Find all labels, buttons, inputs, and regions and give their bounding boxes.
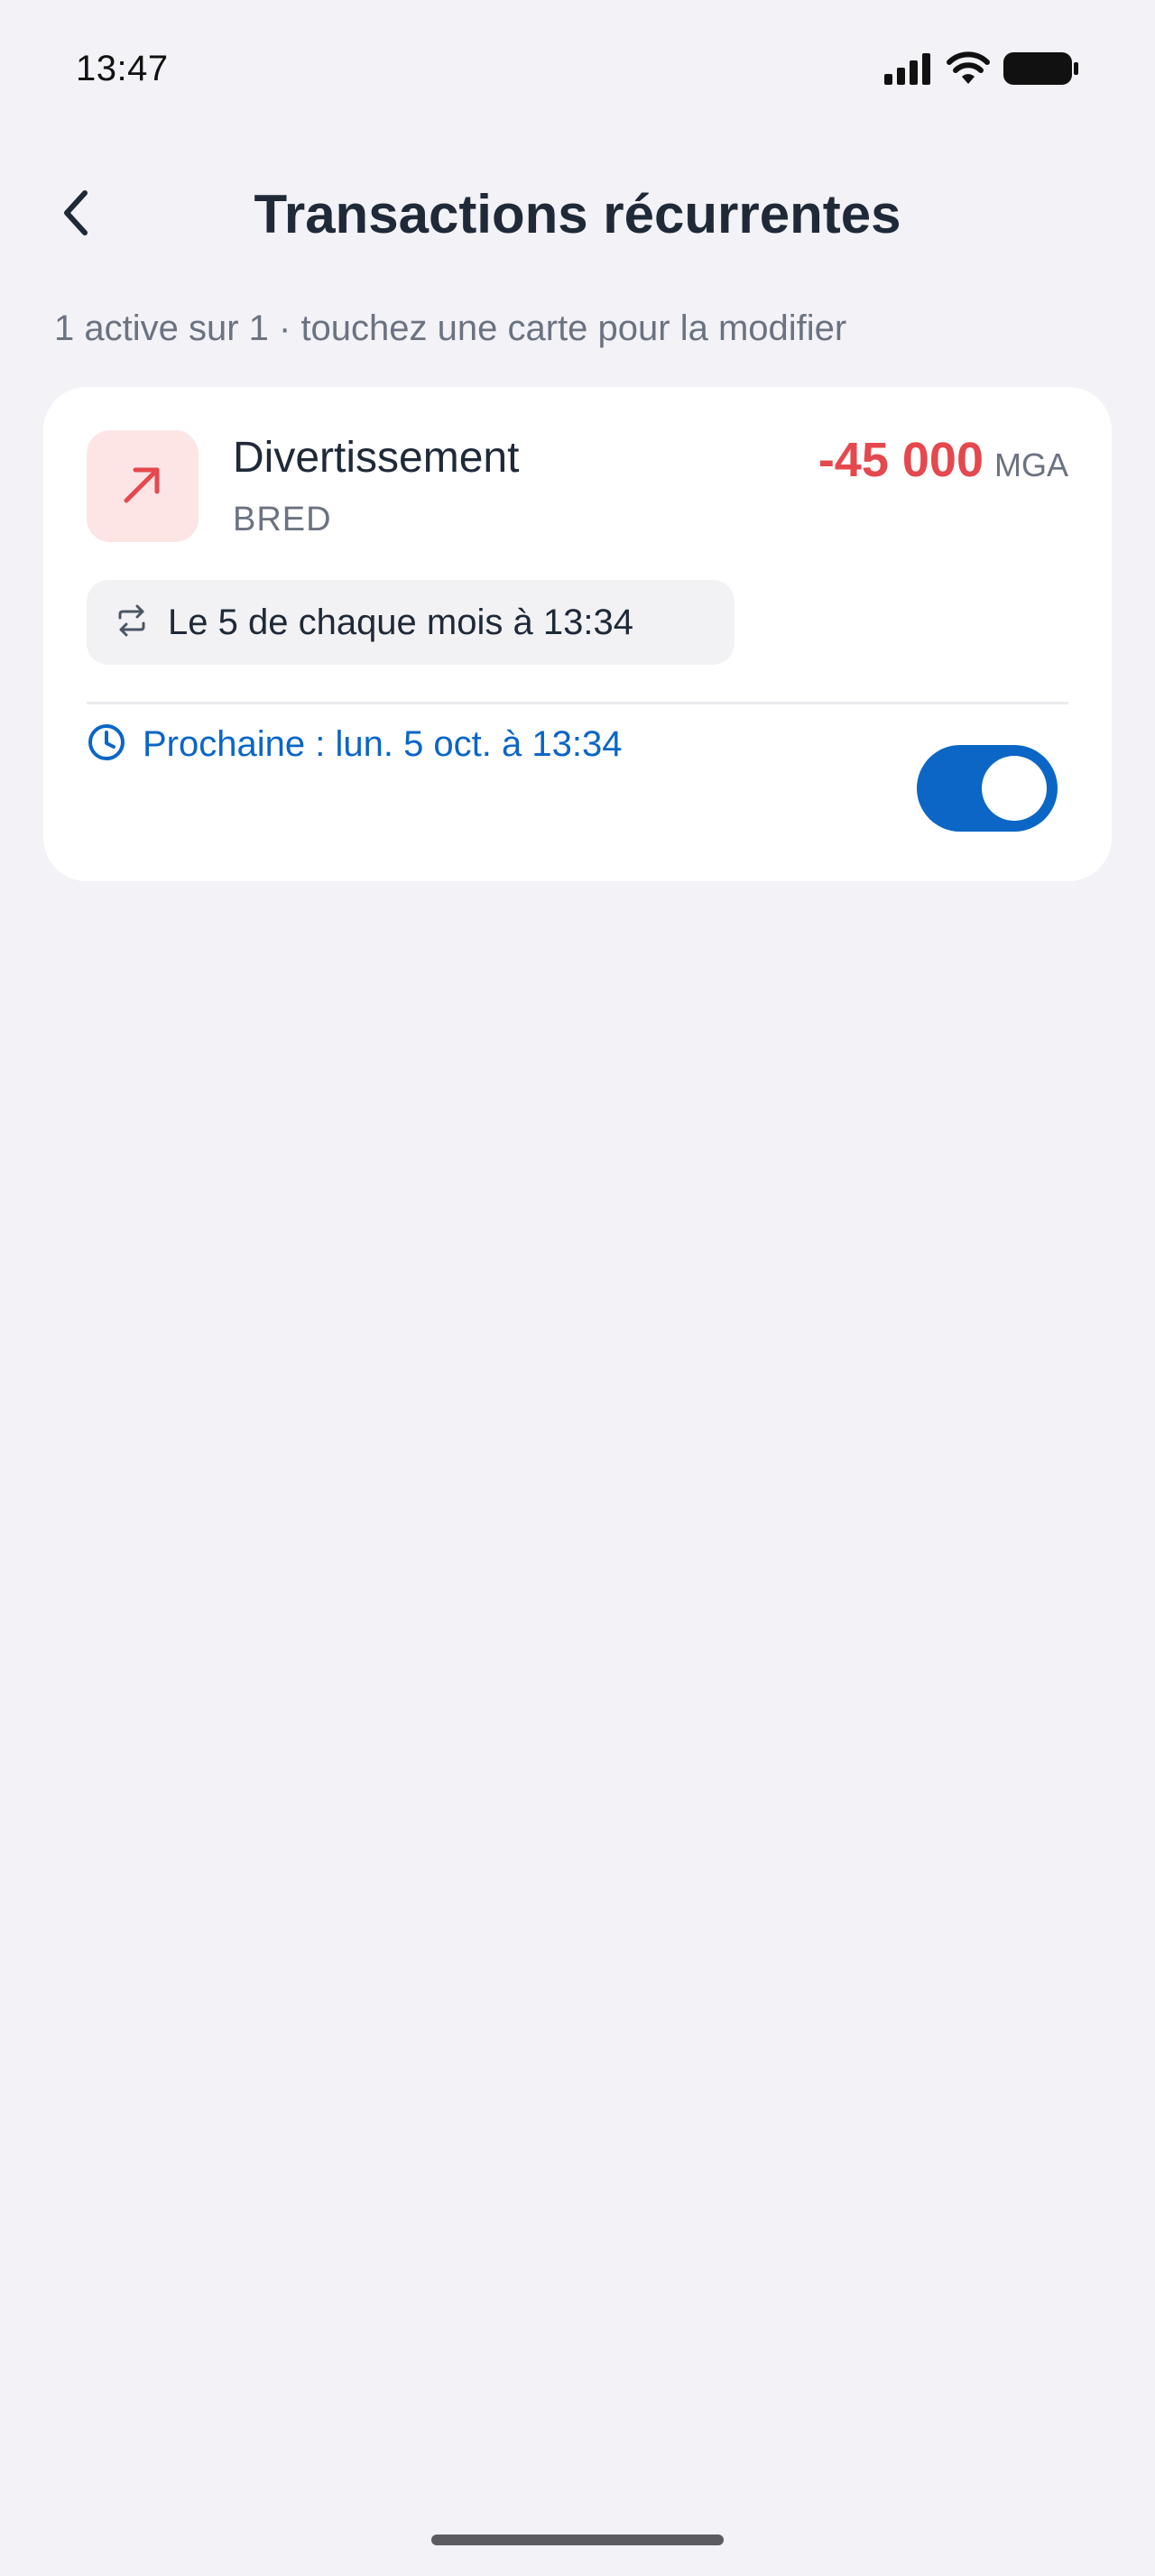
cellular-signal-icon: [884, 52, 933, 89]
category-name: Divertissement: [233, 434, 520, 482]
status-time: 13:47: [76, 49, 169, 88]
wifi-icon: [946, 51, 991, 90]
repeat-icon: [116, 604, 148, 641]
page-title: Transactions récurrentes: [254, 184, 901, 244]
recurring-transaction-card[interactable]: Divertissement BRED -45 000 MGA Le 5 de …: [43, 387, 1112, 881]
schedule-chip: Le 5 de chaque mois à 13:34: [87, 580, 735, 665]
next-occurrence-text: Prochaine : lun. 5 oct. à 13:34: [143, 724, 623, 764]
chevron-left-icon: [58, 188, 94, 243]
amount: -45 000 MGA: [818, 430, 1068, 495]
account-name: BRED: [233, 501, 332, 538]
subtitle: 1 active sur 1 · touchez une carte pour …: [54, 308, 847, 348]
amount-value: -45 000: [818, 433, 984, 487]
amount-currency: MGA: [993, 446, 1068, 483]
toggle-knob: [982, 756, 1047, 821]
schedule-text: Le 5 de chaque mois à 13:34: [168, 603, 633, 642]
status-icons: [884, 51, 1079, 90]
next-occurrence: Prochaine : lun. 5 oct. à 13:34: [87, 701, 622, 787]
active-toggle[interactable]: [917, 745, 1058, 832]
status-bar: 13:47: [0, 0, 1155, 135]
arrow-up-right-icon: [117, 459, 168, 514]
clock-icon: [87, 722, 126, 767]
battery-icon: [1003, 51, 1079, 91]
category-icon-box: [87, 430, 199, 542]
back-button[interactable]: [51, 180, 101, 249]
home-indicator: [431, 2535, 724, 2545]
